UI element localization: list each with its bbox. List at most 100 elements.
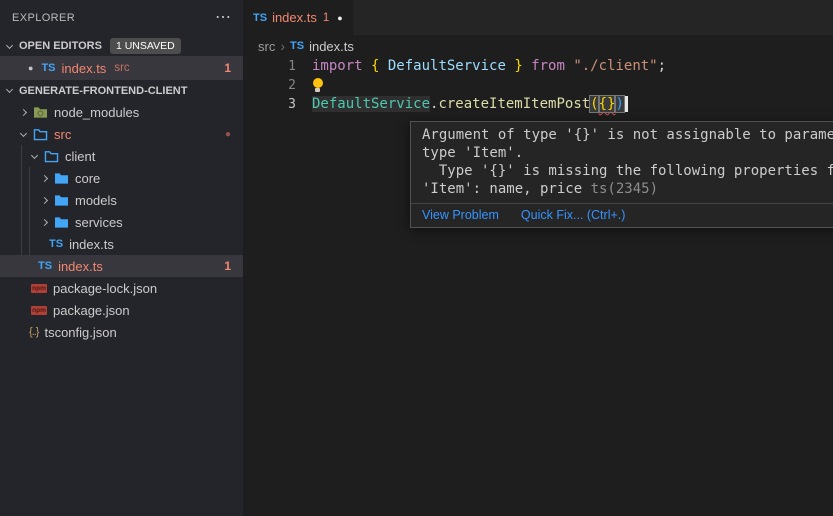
token-close-paren: ) (615, 96, 623, 112)
folder-icon (54, 216, 69, 229)
tree-item-client[interactable]: client (0, 145, 243, 167)
view-problem-link[interactable]: View Problem (422, 208, 499, 222)
token-default-service: DefaultService (312, 96, 430, 112)
error-count-badge: 1 (224, 259, 231, 273)
code-editor[interactable]: 1 import { DefaultService } from "./clie… (243, 57, 833, 114)
src-folder-icon (33, 128, 48, 141)
error-message-line: Type '{}' is missing the following prope… (422, 162, 833, 180)
chevron-right-icon (41, 218, 48, 225)
token-from: from (523, 58, 574, 74)
token-open-paren: ( (590, 96, 598, 112)
tree-item-index-ts-src[interactable]: TS index.ts 1 (0, 255, 243, 277)
more-actions-icon[interactable]: ⋯ (215, 13, 231, 23)
chevron-down-icon (20, 129, 27, 136)
tree-item-label: package.json (53, 303, 130, 318)
file-tree: node_modules src ● client core (0, 101, 243, 343)
tree-item-label: index.ts (58, 259, 103, 274)
chevron-right-icon (41, 196, 48, 203)
tree-item-tsconfig-json[interactable]: {..} tsconfig.json (0, 321, 243, 343)
typescript-file-icon: TS (41, 62, 55, 74)
token-string: "./client" (573, 58, 657, 74)
chevron-down-icon (31, 151, 38, 158)
token-brace: } (514, 58, 522, 74)
error-message-line: type 'Item'. (422, 144, 833, 162)
json-braces-icon: {..} (29, 326, 38, 338)
folder-icon (54, 194, 69, 207)
breadcrumb-folder[interactable]: src (258, 39, 275, 54)
workspace-label: GENERATE-FRONTEND-CLIENT (19, 85, 187, 97)
npm-icon: npm (31, 306, 47, 315)
typescript-file-icon: TS (38, 260, 52, 272)
folder-error-dot-icon: ● (225, 129, 231, 140)
chevron-right-icon (20, 108, 27, 115)
tree-item-models[interactable]: models (0, 189, 243, 211)
workspace-header[interactable]: GENERATE-FRONTEND-CLIENT (0, 80, 243, 101)
npm-icon: npm (31, 284, 47, 293)
tree-item-label: core (75, 171, 100, 186)
tab-error-count: 1 (323, 12, 329, 24)
tree-item-core[interactable]: core (0, 167, 243, 189)
line-number: 3 (243, 95, 296, 114)
error-count-badge: 1 (224, 61, 231, 75)
code-line-3: 3 DefaultService.createItemItemPost({}) (243, 95, 833, 114)
unsaved-badge: 1 UNSAVED (110, 38, 181, 54)
error-message-line: 'Item': name, price ts(2345) (422, 180, 833, 198)
error-message-text: 'Item': name, price (422, 181, 591, 197)
sidebar-title-row: EXPLORER ⋯ (0, 0, 243, 35)
tree-item-label: node_modules (54, 105, 139, 120)
modified-dot-icon[interactable]: ● (28, 63, 33, 73)
error-message: Argument of type '{}' is not assignable … (411, 122, 833, 203)
breadcrumb-file[interactable]: index.ts (309, 39, 354, 54)
tree-item-package-json[interactable]: npm package.json (0, 299, 243, 321)
node-modules-folder-icon (33, 106, 48, 119)
tree-item-label: tsconfig.json (44, 325, 116, 340)
token-default-service: DefaultService (379, 58, 514, 74)
sidebar-title: EXPLORER (12, 12, 75, 24)
tree-item-label: models (75, 193, 117, 208)
tree-item-label: src (54, 127, 71, 142)
tree-item-index-ts-client[interactable]: TS index.ts (0, 233, 243, 255)
client-folder-icon (44, 150, 59, 163)
tree-item-label: index.ts (69, 237, 114, 252)
text-cursor (625, 96, 628, 112)
tree-item-label: client (65, 149, 95, 164)
typescript-file-icon: TS (253, 12, 267, 24)
open-editors-label: OPEN EDITORS (19, 40, 102, 52)
quick-fix-link[interactable]: Quick Fix... (Ctrl+.) (521, 208, 626, 222)
token-semicolon: ; (658, 58, 666, 74)
tree-item-src[interactable]: src ● (0, 123, 243, 145)
explorer-sidebar: EXPLORER ⋯ OPEN EDITORS 1 UNSAVED ● TS i… (0, 0, 243, 516)
unsaved-dot-icon[interactable]: ● (337, 13, 342, 23)
tab-filename: index.ts (272, 10, 317, 25)
chevron-down-icon (6, 86, 13, 93)
line-number: 2 (243, 76, 296, 95)
typescript-file-icon: TS (290, 40, 304, 52)
lightbulb-icon[interactable] (312, 78, 323, 93)
breadcrumb: src › TS index.ts (243, 35, 833, 57)
editor-tab-bar: TS index.ts 1 ● (243, 0, 833, 35)
open-editor-folder: src (114, 62, 129, 74)
code-line-1: 1 import { DefaultService } from "./clie… (243, 57, 833, 76)
tree-item-services[interactable]: services (0, 211, 243, 233)
tree-item-label: package-lock.json (53, 281, 157, 296)
open-editor-item-index-ts[interactable]: ● TS index.ts src 1 (0, 56, 243, 80)
error-message-line: Argument of type '{}' is not assignable … (422, 126, 833, 144)
line-number: 1 (243, 57, 296, 76)
hover-actions: View Problem Quick Fix... (Ctrl+.) (411, 203, 833, 227)
error-code-tag: ts(2345) (591, 181, 658, 197)
tree-item-package-lock-json[interactable]: npm package-lock.json (0, 277, 243, 299)
chevron-right-icon (41, 174, 48, 181)
typescript-file-icon: TS (49, 238, 63, 250)
tab-index-ts[interactable]: TS index.ts 1 ● (243, 0, 353, 35)
chevron-down-icon (6, 41, 13, 48)
token-import: import (312, 58, 371, 74)
breadcrumb-separator-icon: › (280, 38, 285, 54)
tree-item-label: services (75, 215, 123, 230)
code-line-2: 2 (243, 76, 833, 95)
folder-icon (54, 172, 69, 185)
open-editors-header[interactable]: OPEN EDITORS 1 UNSAVED (0, 36, 243, 56)
token-empty-object: {} (599, 96, 616, 112)
token-method: createItemItemPost (438, 96, 590, 112)
tree-item-node-modules[interactable]: node_modules (0, 101, 243, 123)
open-editor-filename: index.ts (62, 61, 107, 76)
